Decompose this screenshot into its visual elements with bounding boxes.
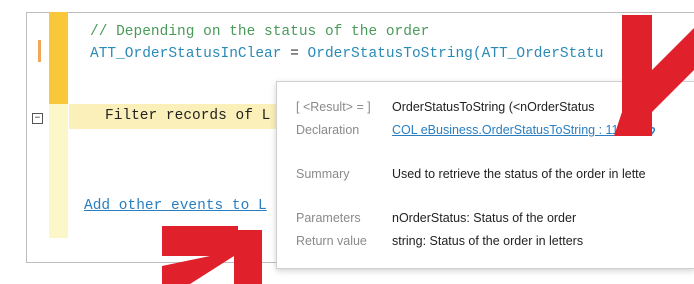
parameters-label: Parameters xyxy=(296,211,361,225)
editor-border-top xyxy=(26,12,694,13)
result-value: OrderStatusToString (<nOrderStatus xyxy=(392,100,595,114)
return-value-text: string: Status of the order in letters xyxy=(392,234,584,248)
filter-records-line: Filter records of L xyxy=(105,108,271,124)
declaration-label: Declaration xyxy=(296,123,360,137)
assign-operator: = xyxy=(281,46,308,62)
block-margin xyxy=(49,104,68,238)
modified-lines-margin xyxy=(49,12,68,104)
red-arrow-top-right-icon xyxy=(614,15,694,136)
code-assignment-line: ATT_OrderStatusInClear = OrderStatusToSt… xyxy=(90,46,603,62)
collapse-toggle-icon[interactable]: − xyxy=(32,113,43,124)
parameters-value: nOrderStatus: Status of the order xyxy=(392,211,577,225)
summary-label: Summary xyxy=(296,167,350,181)
declaration-link[interactable]: COL eBusiness.OrderStatusToString : 11 xyxy=(392,123,619,137)
change-marker xyxy=(38,40,41,62)
return-value-label: Return value xyxy=(296,234,367,248)
assign-argument: (ATT_OrderStatu xyxy=(472,46,604,62)
code-comment-line: // Depending on the status of the order xyxy=(90,24,430,40)
red-arrow-bottom-icon xyxy=(162,226,262,284)
assign-lhs: ATT_OrderStatusInClear xyxy=(90,46,282,62)
editor-border-left xyxy=(26,12,27,263)
result-label: [ <Result> = ] xyxy=(296,100,371,114)
add-events-link[interactable]: Add other events to L xyxy=(84,198,267,214)
summary-value: Used to retrieve the status of the order… xyxy=(392,167,646,181)
assign-function[interactable]: OrderStatusToString xyxy=(308,46,473,62)
